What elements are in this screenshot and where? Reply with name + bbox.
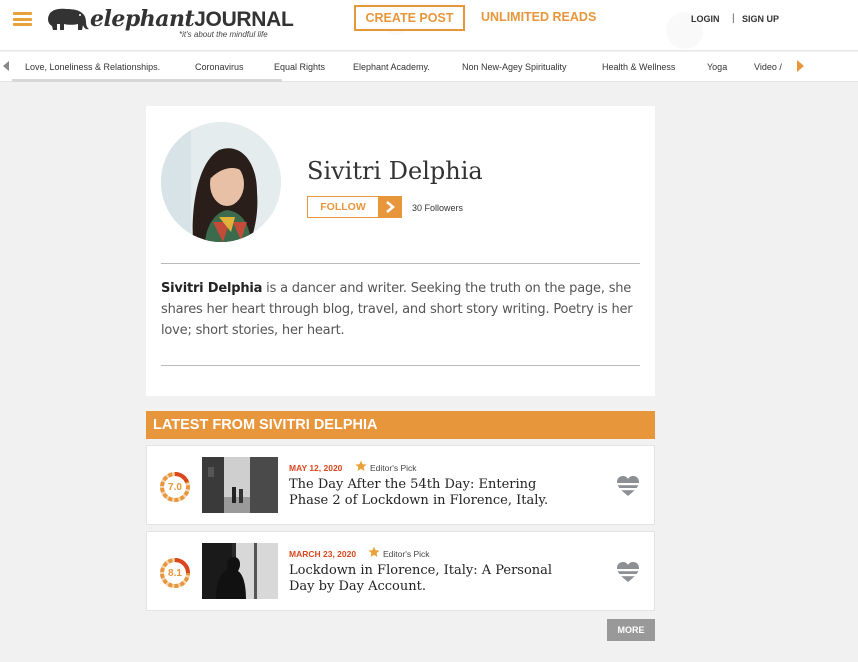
post-score: 8.1 xyxy=(168,567,182,579)
post-item[interactable]: 8.1 MARCH 23, 2020 Editor's Pick Lockdow… xyxy=(146,531,655,611)
login-link[interactable]: LOGIN xyxy=(691,14,720,24)
editors-pick-badge: Editor's Pick xyxy=(383,549,430,559)
site-header: elephantJOURNAL *it's about the mindful … xyxy=(0,0,858,51)
signup-link[interactable]: SIGN UP xyxy=(742,14,779,24)
post-title[interactable]: Lockdown in Florence, Italy: A Personal … xyxy=(289,563,579,595)
site-logo[interactable]: elephantJOURNAL *it's about the mindful … xyxy=(46,5,294,41)
post-score: 7.0 xyxy=(168,481,182,493)
more-button[interactable]: MORE xyxy=(607,619,655,641)
category-yoga[interactable]: Yoga xyxy=(707,62,727,72)
category-love-loneliness[interactable]: Love, Loneliness & Relationships. xyxy=(25,62,160,72)
scroll-left-icon[interactable] xyxy=(3,61,9,71)
author-avatar xyxy=(161,122,281,242)
post-item[interactable]: 7.0 MAY 12, 2020 Editor's Pick The Day A… xyxy=(146,445,655,525)
post-thumbnail[interactable] xyxy=(202,543,278,599)
heart-icon[interactable] xyxy=(616,475,640,497)
category-scroll-indicator xyxy=(12,79,282,82)
follower-count: 30 Followers xyxy=(412,203,464,213)
category-health-wellness[interactable]: Health & Wellness xyxy=(602,62,675,72)
star-icon xyxy=(368,546,380,557)
follow-label: FOLLOW xyxy=(320,201,366,213)
post-title[interactable]: The Day After the 54th Day: Entering Pha… xyxy=(289,477,579,509)
category-equal-rights[interactable]: Equal Rights xyxy=(274,62,325,72)
logo-wordmark: elephantJOURNAL xyxy=(90,6,294,32)
star-icon xyxy=(355,460,367,471)
unlimited-reads-link[interactable]: UNLIMITED READS xyxy=(481,10,596,24)
menu-icon[interactable] xyxy=(13,12,32,26)
post-thumbnail[interactable] xyxy=(202,457,278,513)
bio-author-name: Sivitri Delphia xyxy=(161,281,263,296)
latest-posts-heading: LATEST FROM SIVITRI DELPHIA xyxy=(146,411,655,439)
follow-button[interactable]: FOLLOW xyxy=(307,196,402,218)
category-coronavirus[interactable]: Coronavirus xyxy=(195,62,244,72)
author-name: Sivitri Delphia xyxy=(307,157,483,185)
divider-top xyxy=(161,263,640,264)
author-profile-card: Sivitri Delphia FOLLOW 30 Followers Sivi… xyxy=(146,106,655,396)
elephant-icon xyxy=(48,8,89,30)
login-separator: | xyxy=(732,13,735,24)
category-video[interactable]: Video / xyxy=(754,62,782,72)
category-nav: Love, Loneliness & Relationships. Corona… xyxy=(0,52,858,82)
category-spirituality[interactable]: Non New-Agey Spirituality xyxy=(462,62,567,72)
editors-pick-badge: Editor's Pick xyxy=(370,463,417,473)
heart-icon[interactable] xyxy=(616,561,640,583)
create-post-button[interactable]: CREATE POST xyxy=(354,5,465,31)
category-elephant-academy[interactable]: Elephant Academy. xyxy=(353,62,430,72)
scroll-right-icon[interactable] xyxy=(797,60,804,72)
chevron-right-icon xyxy=(378,197,401,217)
author-bio: Sivitri Delphia is a dancer and writer. … xyxy=(161,278,643,341)
divider-bottom xyxy=(161,365,640,366)
post-date: MAY 12, 2020 xyxy=(289,463,343,473)
logo-tagline: *it's about the mindful life xyxy=(179,30,268,39)
post-date: MARCH 23, 2020 xyxy=(289,549,357,559)
